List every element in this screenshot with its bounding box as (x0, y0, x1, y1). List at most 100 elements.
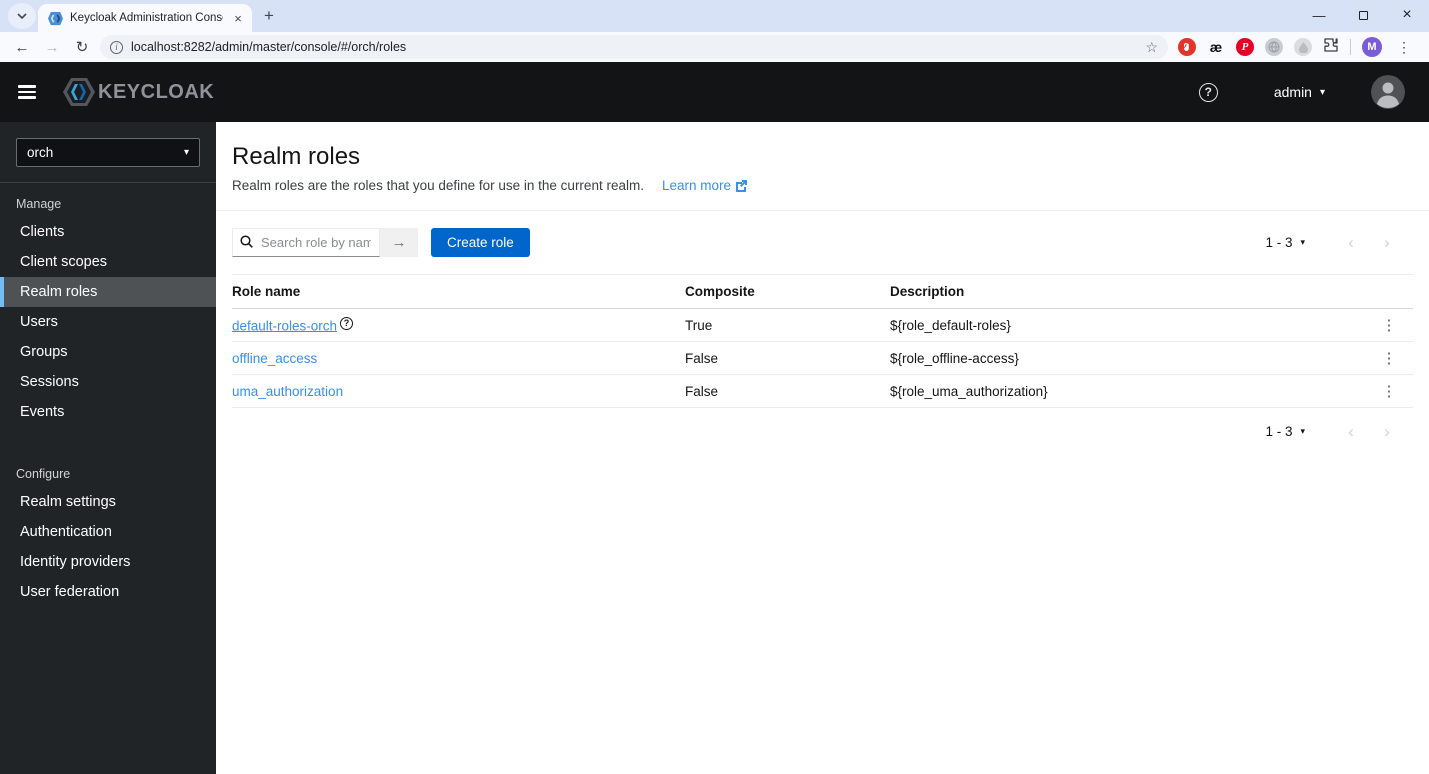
window-controls: — × (1297, 0, 1429, 32)
extensions-puzzle-icon[interactable] (1323, 37, 1339, 58)
pagination-bottom: 1 - 3 ▾ ‹ › (1265, 423, 1413, 440)
globe-extension-icon[interactable] (1265, 38, 1283, 56)
browser-tab[interactable]: Keycloak Administration Conso × (38, 4, 252, 32)
realm-roles-table: Role name Composite Description default-… (232, 274, 1413, 408)
column-role-name: Role name (232, 274, 685, 309)
column-actions (1373, 274, 1413, 309)
sidebar-item-user-federation[interactable]: User federation (0, 577, 216, 607)
sidebar-item-authentication[interactable]: Authentication (0, 517, 216, 547)
role-link-default-roles-orch[interactable]: default-roles-orch (232, 318, 337, 333)
adblock-extension-icon[interactable] (1178, 38, 1196, 56)
column-composite: Composite (685, 274, 890, 309)
browser-tabstrip: Keycloak Administration Conso × + — × (0, 0, 1429, 32)
pagination-prev-button[interactable]: ‹ (1333, 234, 1369, 251)
hand-icon (1184, 42, 1189, 51)
pagination-next-button[interactable]: › (1369, 234, 1405, 251)
caret-down-icon: ▾ (1300, 426, 1305, 436)
new-tab-button[interactable]: + (256, 3, 282, 29)
search-icon (240, 235, 253, 248)
role-link-offline-access[interactable]: offline_access (232, 351, 317, 366)
bookmark-star-icon[interactable]: ☆ (1145, 39, 1158, 56)
sidebar-item-realm-roles[interactable]: Realm roles (0, 277, 216, 307)
user-avatar[interactable] (1371, 75, 1405, 109)
realm-selector[interactable]: orch ▾ (16, 138, 200, 167)
search-submit-button[interactable]: → (380, 228, 418, 257)
tab-search-button[interactable] (8, 3, 36, 29)
back-icon[interactable]: ← (10, 35, 34, 59)
table-row: offline_access False ${role_offline-acce… (232, 341, 1413, 375)
pinterest-extension-icon[interactable]: P (1236, 38, 1254, 56)
pagination-range-toggle[interactable]: 1 - 3 ▾ (1265, 424, 1305, 439)
kebab-menu-icon[interactable]: ⋮ (1382, 317, 1397, 334)
sidebar-item-clients[interactable]: Clients (0, 217, 216, 247)
keycloak-logo[interactable]: KEYCLOAK (62, 77, 214, 107)
window-close-button[interactable]: × (1385, 0, 1429, 30)
window-restore-button[interactable] (1341, 0, 1385, 30)
nav-section-configure: Configure Realm settings Authentication … (0, 453, 216, 607)
table-row: default-roles-orch? True ${role_default-… (232, 308, 1413, 342)
create-role-button[interactable]: Create role (431, 228, 530, 257)
tab-close-icon[interactable]: × (230, 10, 246, 26)
pagination-range: 1 - 3 (1265, 424, 1293, 439)
pagination-prev-button[interactable]: ‹ (1333, 423, 1369, 440)
sidebar-item-client-scopes[interactable]: Client scopes (0, 247, 216, 277)
learn-more-link[interactable]: Learn more (662, 178, 748, 193)
reload-icon[interactable]: ↻ (70, 35, 94, 59)
browser-toolbar: ← → ↻ i localhost:8282/admin/master/cons… (0, 32, 1429, 62)
address-bar[interactable]: i localhost:8282/admin/master/console/#/… (100, 35, 1168, 59)
description-value: ${role_uma_authorization} (890, 374, 1373, 408)
drop-icon (1298, 41, 1308, 53)
caret-down-icon: ▾ (183, 147, 189, 158)
page-title: Realm roles (232, 143, 361, 170)
keycloak-masthead: KEYCLOAK ? admin ▾ (0, 62, 1429, 122)
sidebar-item-identity-providers[interactable]: Identity providers (0, 547, 216, 577)
nav-toggle-hamburger-icon[interactable] (18, 85, 36, 99)
realm-name: orch (27, 145, 54, 160)
sidebar-nav: orch ▾ Manage Clients Client scopes Real… (0, 122, 216, 774)
sidebar-item-groups[interactable]: Groups (0, 337, 216, 367)
roles-toolbar: → Create role 1 - 3 ▾ ‹ › (232, 228, 1413, 257)
keycloak-favicon (48, 11, 63, 25)
help-icon[interactable]: ? (1198, 82, 1218, 102)
composite-value: False (685, 341, 890, 375)
caret-down-icon: ▾ (1319, 86, 1325, 98)
pagination-top: 1 - 3 ▾ ‹ › (1265, 234, 1413, 251)
table-row: uma_authorization False ${role_uma_autho… (232, 374, 1413, 408)
pagination-range-toggle[interactable]: 1 - 3 ▾ (1265, 235, 1305, 250)
composite-value: True (685, 308, 890, 342)
drop-extension-icon[interactable] (1294, 38, 1312, 56)
external-link-icon (736, 180, 748, 192)
site-info-icon[interactable]: i (110, 40, 123, 54)
forward-icon[interactable]: → (40, 35, 64, 59)
window-minimize-button[interactable]: — (1297, 0, 1341, 30)
description-value: ${role_default-roles} (890, 308, 1373, 342)
sidebar-item-realm-settings[interactable]: Realm settings (0, 487, 216, 517)
main-content: Realm roles Realm roles are the roles th… (216, 122, 1429, 774)
pagination-next-button[interactable]: › (1369, 423, 1405, 440)
composite-value: False (685, 374, 890, 408)
help-icon[interactable]: ? (340, 316, 354, 330)
kebab-menu-icon[interactable]: ⋮ (1382, 383, 1397, 400)
restore-icon (1358, 10, 1368, 20)
sidebar-item-users[interactable]: Users (0, 307, 216, 337)
section-label-manage: Manage (16, 197, 62, 211)
kebab-menu-icon[interactable]: ⋮ (1382, 350, 1397, 367)
tab-title: Keycloak Administration Conso (70, 12, 223, 24)
role-link-uma-authorization[interactable]: uma_authorization (232, 384, 343, 399)
ae-extension-icon[interactable]: æ (1207, 38, 1225, 56)
keycloak-logo-icon (63, 78, 95, 106)
search-input[interactable] (232, 228, 380, 257)
browser-menu-icon[interactable]: ⋮ (1393, 39, 1415, 56)
sidebar-item-sessions[interactable]: Sessions (0, 367, 216, 397)
browser-profile-avatar[interactable]: M (1362, 37, 1382, 57)
avatar-person-icon (1371, 75, 1405, 109)
description-value: ${role_offline-access} (890, 341, 1373, 375)
table-header-row: Role name Composite Description (232, 274, 1413, 309)
user-dropdown[interactable]: admin ▾ (1274, 84, 1325, 100)
learn-more-label: Learn more (661, 178, 732, 193)
page-header: Realm roles Realm roles are the roles th… (216, 122, 1429, 211)
sidebar-item-events[interactable]: Events (0, 397, 216, 427)
puzzle-icon (1324, 37, 1338, 52)
url-text[interactable]: localhost:8282/admin/master/console/#/or… (131, 40, 1137, 54)
username: admin (1273, 84, 1312, 100)
